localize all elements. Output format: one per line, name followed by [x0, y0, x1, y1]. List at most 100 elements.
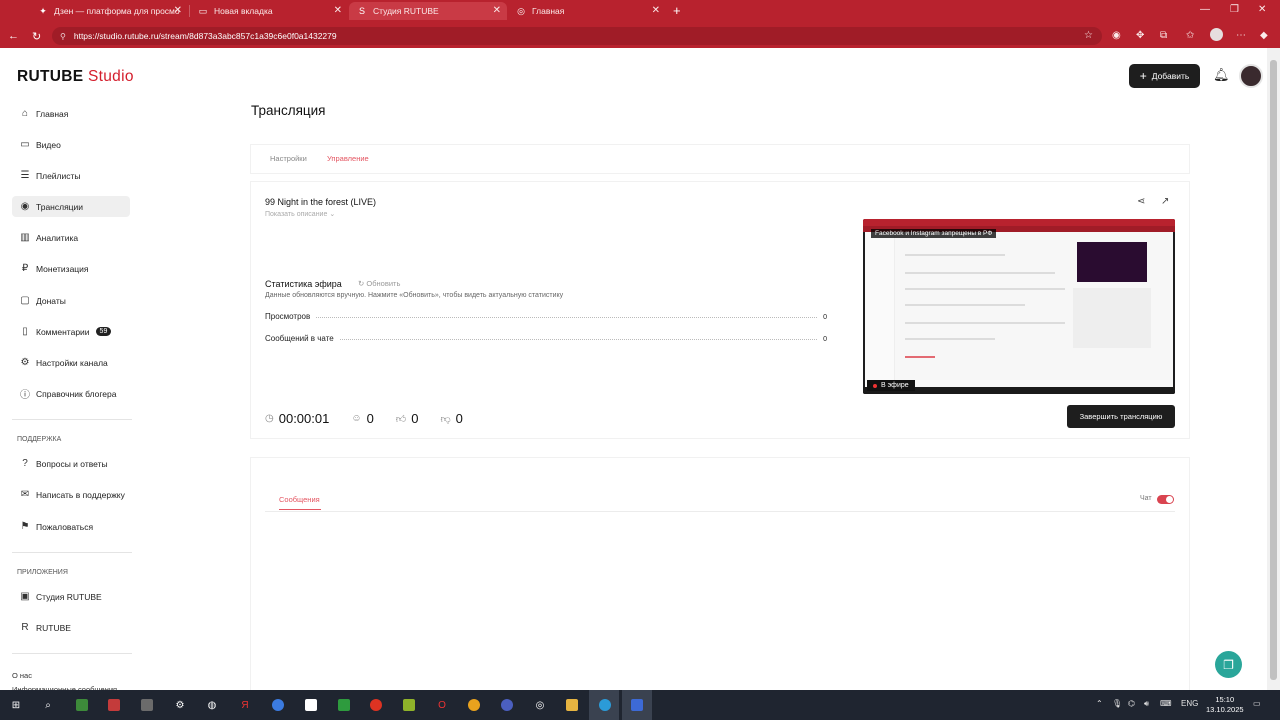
- notifications-icon[interactable]: ▭: [1253, 699, 1261, 708]
- split-view-icon[interactable]: ⧉: [1160, 30, 1167, 41]
- sidebar-item-channel-settings[interactable]: ⚙ Настройки канала: [12, 352, 130, 373]
- info-icon: ⓘ: [20, 390, 30, 401]
- edge-icon[interactable]: [599, 699, 611, 711]
- footer-about-link[interactable]: О нас: [12, 671, 32, 680]
- refresh-button[interactable]: ↻ Обновить: [358, 279, 400, 288]
- file-explorer-icon[interactable]: [566, 699, 578, 711]
- bell-icon[interactable]: 🔔︎: [1213, 67, 1230, 83]
- close-icon[interactable]: ✕: [493, 5, 501, 16]
- app-icon-6[interactable]: ◎: [534, 699, 546, 711]
- sidebar-item-comments[interactable]: ▯ Комментарии 59: [12, 321, 130, 342]
- sidebar-item-studio-app[interactable]: ▣ Студия RUTUBE: [12, 586, 130, 607]
- bookmark-star-icon[interactable]: ☆: [1084, 30, 1093, 41]
- sidebar-item-write-support[interactable]: ✉ Написать в поддержку: [12, 484, 130, 505]
- extension-icon[interactable]: ◉: [1112, 30, 1121, 41]
- rutube-studio-logo[interactable]: RUTUBE Studio: [17, 68, 134, 86]
- browser-tab-dzen[interactable]: ✦ Дзен — платформа для просмо ✕: [30, 2, 188, 20]
- maximize-icon[interactable]: ❐: [1230, 4, 1239, 15]
- url-text: https://studio.rutube.ru/stream/8d873a3a…: [73, 31, 337, 41]
- end-stream-button[interactable]: Завершить трансляцию: [1067, 405, 1175, 428]
- scrollbar-thumb[interactable]: [1270, 60, 1277, 680]
- sidebar-item-label: Пожаловаться: [36, 521, 94, 532]
- window-close-icon[interactable]: ✕: [1258, 4, 1266, 15]
- browser-tab-newtab[interactable]: ▭ Новая вкладка ✕: [190, 2, 348, 20]
- sidebar-item-playlists[interactable]: ☰ Плейлисты: [12, 165, 130, 186]
- show-description-toggle[interactable]: Показать описание ⌄: [265, 210, 335, 218]
- obs-icon[interactable]: ◍: [206, 699, 218, 711]
- language-indicator[interactable]: ENG: [1181, 699, 1198, 708]
- back-icon[interactable]: ←: [8, 30, 19, 42]
- windows-start-icon[interactable]: ⊞: [10, 699, 22, 711]
- copilot-icon[interactable]: ◆: [1260, 30, 1268, 41]
- yandex-browser-icon[interactable]: [501, 699, 513, 711]
- share-icon[interactable]: ⋖: [1137, 196, 1145, 207]
- preview-screen: [865, 232, 1173, 387]
- reload-icon[interactable]: ↻: [32, 30, 41, 43]
- sidebar-item-broadcasts[interactable]: ◉ Трансляции: [12, 196, 130, 217]
- app-icon-1[interactable]: [76, 699, 88, 711]
- volume-icon[interactable]: 🔊︎: [1144, 699, 1149, 709]
- sidebar-item-label: Главная: [36, 108, 69, 119]
- extensions-puzzle-icon[interactable]: ✥: [1136, 30, 1144, 41]
- sidebar-item-label: Студия RUTUBE: [36, 591, 102, 602]
- clock[interactable]: 15:10 13.10.2025: [1206, 695, 1244, 715]
- external-link-icon[interactable]: ↗: [1161, 196, 1169, 207]
- minimize-icon[interactable]: —: [1200, 4, 1210, 15]
- search-icon[interactable]: ⌕: [42, 699, 54, 711]
- sidebar-item-rutube-app[interactable]: R RUTUBE: [12, 617, 130, 638]
- active-tab-underline: [279, 509, 321, 510]
- keyboard-icon[interactable]: ⌨: [1160, 699, 1172, 708]
- sidebar-item-analytics[interactable]: ▥ Аналитика: [12, 227, 130, 248]
- stream-preview[interactable]: Facebook и Instagram запрещены в РФ В эф…: [863, 219, 1175, 394]
- more-menu-icon[interactable]: ⋯: [1236, 30, 1246, 41]
- address-bar[interactable]: ⚲ https://studio.rutube.ru/stream/8d873a…: [52, 27, 1102, 45]
- page-scrollbar[interactable]: [1267, 48, 1280, 690]
- sidebar-item-donations[interactable]: ▢ Донаты: [12, 290, 130, 311]
- preview-line: [905, 254, 1005, 256]
- microphone-icon[interactable]: 🎙︎: [1112, 699, 1122, 708]
- yandex-icon[interactable]: Я: [239, 699, 251, 711]
- comments-count-badge: 59: [95, 327, 112, 336]
- app-icon-5[interactable]: [403, 699, 415, 711]
- sidebar-item-monetization[interactable]: ₽ Монетизация: [12, 258, 130, 279]
- app-icon-2[interactable]: [108, 699, 120, 711]
- network-icon[interactable]: ⌬: [1128, 699, 1135, 708]
- sidebar-item-label: Трансляции: [36, 201, 84, 212]
- settings-gear-icon[interactable]: ⚙: [174, 699, 186, 711]
- new-tab-icon[interactable]: +: [673, 3, 681, 18]
- app-icon-4[interactable]: [338, 699, 350, 711]
- close-icon[interactable]: ✕: [334, 5, 342, 16]
- app-icon-7[interactable]: [631, 699, 643, 711]
- sidebar-item-blogger-guide[interactable]: ⓘ Справочник блогера: [12, 383, 130, 404]
- sidebar-item-video[interactable]: ▭ Видео: [12, 134, 130, 155]
- notepad-icon[interactable]: [305, 699, 317, 711]
- help-chat-button[interactable]: ❐: [1215, 651, 1242, 678]
- viewers-icon: ☺: [351, 413, 362, 424]
- add-button[interactable]: + Добавить: [1129, 64, 1200, 88]
- sidebar-item-faq[interactable]: ? Вопросы и ответы: [12, 453, 130, 474]
- favorites-icon[interactable]: ✩: [1186, 30, 1194, 41]
- chrome-icon[interactable]: [468, 699, 480, 711]
- browser-tab-rutube-studio[interactable]: S Студия RUTUBE ✕: [349, 2, 507, 20]
- chromium-icon[interactable]: [272, 699, 284, 711]
- sidebar-divider: [12, 653, 132, 654]
- avatar[interactable]: [1239, 64, 1263, 88]
- sidebar-item-report[interactable]: ⚑ Пожаловаться: [12, 516, 130, 537]
- recorder-icon[interactable]: [370, 699, 382, 711]
- sidebar-item-home[interactable]: ⌂ Главная: [12, 103, 130, 124]
- opera-icon[interactable]: O: [436, 699, 448, 711]
- app-icon-3[interactable]: [141, 699, 153, 711]
- tray-chevron-icon[interactable]: ⌃: [1096, 699, 1103, 708]
- close-icon[interactable]: ✕: [174, 5, 182, 16]
- tab-settings[interactable]: Настройки: [270, 154, 307, 163]
- tab-management[interactable]: Управление: [327, 154, 369, 163]
- site-info-icon[interactable]: ⚲: [60, 32, 66, 41]
- close-icon[interactable]: ✕: [652, 5, 660, 16]
- chat-toggle[interactable]: [1157, 495, 1174, 504]
- sidebar: RUTUBE Studio ⌂ Главная ▭ Видео ☰ Плейлисты…: [0, 48, 140, 690]
- live-dot-icon: [873, 383, 877, 388]
- profile-avatar-icon[interactable]: [1210, 28, 1223, 41]
- support-heading: ПОДДЕРЖКА: [17, 436, 62, 443]
- browser-tab-home[interactable]: ◎ Главная ✕: [508, 2, 666, 20]
- tab-messages[interactable]: Сообщения: [279, 495, 320, 504]
